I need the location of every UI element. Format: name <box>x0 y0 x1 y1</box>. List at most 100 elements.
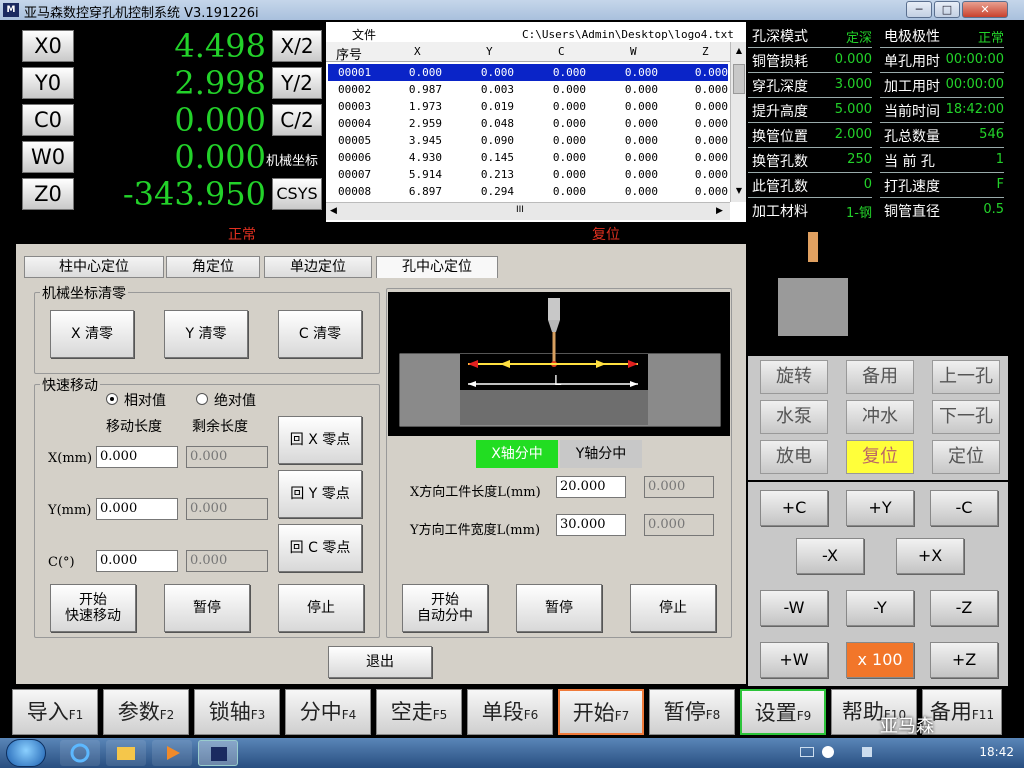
fkey-f4[interactable]: 分中F4 <box>285 689 371 735</box>
explorer-icon[interactable] <box>106 740 146 766</box>
scroll-grip[interactable]: III <box>516 205 524 215</box>
close-button[interactable]: ✕ <box>962 1 1008 18</box>
jog-button[interactable]: -Y <box>846 590 914 626</box>
func-button[interactable]: 旋转 <box>760 360 828 394</box>
start-auto-center-button[interactable]: 开始 自动分中 <box>402 584 488 632</box>
move-length-header: 移动长度 <box>106 419 162 435</box>
jog-button[interactable]: -Z <box>930 590 998 626</box>
func-button[interactable]: 放电 <box>760 440 828 474</box>
pause-fast-move-button[interactable]: 暂停 <box>164 584 250 632</box>
help-icon[interactable] <box>822 746 834 758</box>
fkey-f1[interactable]: 导入F1 <box>12 689 98 735</box>
x-length-input[interactable]: 20.000 <box>556 476 626 498</box>
jog-button[interactable]: +Y <box>846 490 914 526</box>
scroll-up-icon[interactable]: ▲ <box>733 46 745 60</box>
table-row[interactable]: 00006 4.930 0.145 0.000 0.000 0.000 <box>328 149 728 166</box>
keyboard-icon[interactable] <box>800 747 814 757</box>
fkey-f9[interactable]: 设置F9 <box>740 689 826 735</box>
tab-single-edge[interactable]: 单边定位 <box>264 256 372 278</box>
vertical-scrollbar[interactable]: ▲ ▼ <box>730 42 746 202</box>
axis-button-y0[interactable]: Y0 <box>22 67 74 99</box>
maximize-button[interactable]: □ <box>934 1 960 18</box>
x-remain-field: 0.000 <box>186 446 268 468</box>
status-label: 换管位置 <box>752 129 808 145</box>
clock: 18:42 <box>979 745 1014 759</box>
home-x-button[interactable]: 回 X 零点 <box>278 416 362 464</box>
media-player-icon[interactable] <box>152 740 192 766</box>
jog-button[interactable]: -C <box>930 490 998 526</box>
fkey-f7[interactable]: 开始F7 <box>558 689 644 735</box>
jog-button[interactable]: -X <box>796 538 864 574</box>
fkey-f8[interactable]: 暂停F8 <box>649 689 735 735</box>
zero-x-button[interactable]: X 清零 <box>50 310 134 358</box>
axis-button-x0[interactable]: X0 <box>22 30 74 62</box>
jog-button[interactable]: +W <box>760 642 828 678</box>
home-c-button[interactable]: 回 C 零点 <box>278 524 362 572</box>
c-move-input[interactable]: 0.000 <box>96 550 178 572</box>
pause-center-button[interactable]: 暂停 <box>516 584 602 632</box>
table-row[interactable]: 00002 0.987 0.003 0.000 0.000 0.000 <box>328 81 728 98</box>
axis-button-c0[interactable]: C0 <box>22 104 74 136</box>
watermark-text: 亚马森 <box>880 716 934 737</box>
jog-button[interactable]: x 100 <box>846 642 914 678</box>
ie-icon[interactable] <box>60 740 100 766</box>
tab-pillar-center[interactable]: 柱中心定位 <box>24 256 164 278</box>
table-row[interactable]: 00008 6.897 0.294 0.000 0.000 0.000 <box>328 183 728 200</box>
status-value: 18:42:00 <box>945 102 1004 117</box>
stop-fast-move-button[interactable]: 停止 <box>278 584 364 632</box>
scroll-thumb[interactable] <box>733 64 745 94</box>
start-button[interactable] <box>6 739 46 767</box>
csys-button[interactable]: CSYS <box>272 178 322 210</box>
fkey-f2[interactable]: 参数F2 <box>103 689 189 735</box>
zero-y-button[interactable]: Y 清零 <box>164 310 248 358</box>
axis-button-w0[interactable]: W0 <box>22 141 74 173</box>
scroll-down-icon[interactable]: ▼ <box>733 186 745 200</box>
func-button[interactable]: 冲水 <box>846 400 914 434</box>
func-button[interactable]: 复位 <box>846 440 914 474</box>
status-value: F <box>996 177 1004 192</box>
home-y-button[interactable]: 回 Y 零点 <box>278 470 362 518</box>
table-row[interactable]: 00005 3.945 0.090 0.000 0.000 0.000 <box>328 132 728 149</box>
x-move-input[interactable]: 0.000 <box>96 446 178 468</box>
radio-relative[interactable] <box>106 393 118 405</box>
zero-c-button[interactable]: C 清零 <box>278 310 362 358</box>
y-width-input[interactable]: 30.000 <box>556 514 626 536</box>
horizontal-scrollbar[interactable]: ◀ III ▶ <box>326 202 730 220</box>
fkey-f3[interactable]: 锁轴F3 <box>194 689 280 735</box>
table-row[interactable]: 00007 5.914 0.213 0.000 0.000 0.000 <box>328 166 728 183</box>
jog-button[interactable]: +X <box>896 538 964 574</box>
fkey-f11[interactable]: 备用F11 <box>922 689 1002 735</box>
fkey-f6[interactable]: 单段F6 <box>467 689 553 735</box>
jog-button[interactable]: +C <box>760 490 828 526</box>
scroll-left-icon[interactable]: ◀ <box>330 206 337 216</box>
y-axis-center-tab[interactable]: Y轴分中 <box>560 440 642 468</box>
func-button[interactable]: 下一孔 <box>932 400 1000 434</box>
func-button[interactable]: 水泵 <box>760 400 828 434</box>
fkey-shortcut: F5 <box>432 708 448 722</box>
tab-corner[interactable]: 角定位 <box>166 256 260 278</box>
func-button[interactable]: 定位 <box>932 440 1000 474</box>
minimize-button[interactable]: ─ <box>906 1 932 18</box>
scroll-right-icon[interactable]: ▶ <box>716 206 723 216</box>
half-y-button[interactable]: Y/2 <box>272 67 322 99</box>
table-row[interactable]: 00004 2.959 0.048 0.000 0.000 0.000 <box>328 115 728 132</box>
jog-button[interactable]: -W <box>760 590 828 626</box>
func-button[interactable]: 备用 <box>846 360 914 394</box>
fkey-f5[interactable]: 空走F5 <box>376 689 462 735</box>
func-button[interactable]: 上一孔 <box>932 360 1000 394</box>
status-divider <box>880 172 1004 173</box>
jog-button[interactable]: +Z <box>930 642 998 678</box>
cnc-app-taskbar-icon[interactable] <box>198 740 238 766</box>
stop-center-button[interactable]: 停止 <box>630 584 716 632</box>
half-x-button[interactable]: X/2 <box>272 30 322 62</box>
volume-icon[interactable] <box>862 747 872 757</box>
y-move-input[interactable]: 0.000 <box>96 498 178 520</box>
table-row[interactable]: 00003 1.973 0.019 0.000 0.000 0.000 <box>328 98 728 115</box>
radio-absolute[interactable] <box>196 393 208 405</box>
tab-hole-center[interactable]: 孔中心定位 <box>376 256 498 278</box>
table-row[interactable]: 00001 0.000 0.000 0.000 0.000 0.000 <box>328 64 728 81</box>
half-c-button[interactable]: C/2 <box>272 104 322 136</box>
start-fast-move-button[interactable]: 开始 快速移动 <box>50 584 136 632</box>
exit-button[interactable]: 退出 <box>328 646 432 678</box>
x-axis-center-tab[interactable]: X轴分中 <box>476 440 558 468</box>
